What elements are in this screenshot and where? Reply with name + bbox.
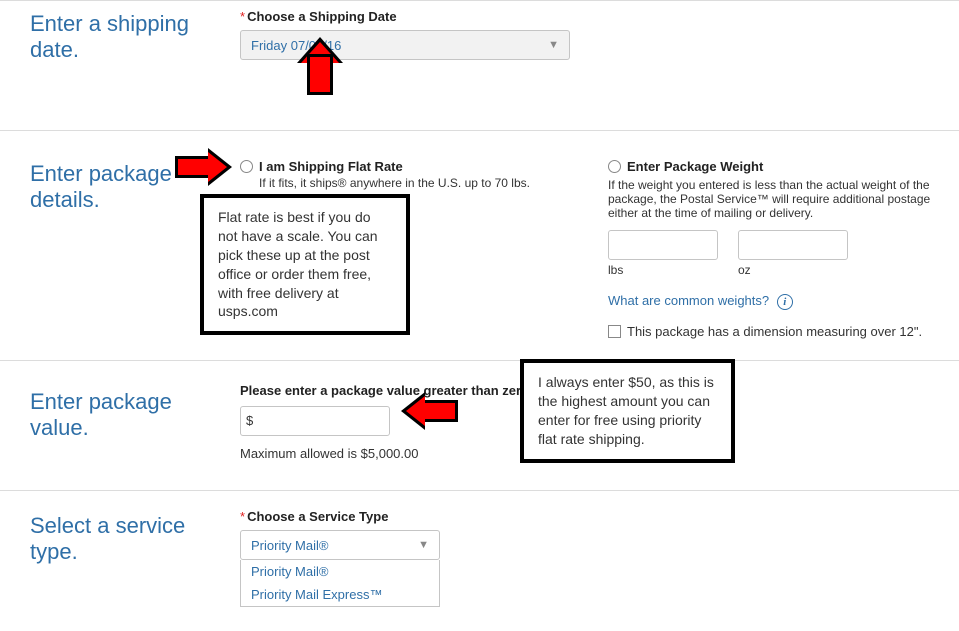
service-type-options: Priority Mail® Priority Mail Express™: [240, 560, 440, 607]
currency-symbol: $: [246, 413, 253, 428]
annotation-value-note: I always enter $50, as this is the highe…: [520, 359, 735, 463]
package-value-input[interactable]: [240, 406, 390, 436]
service-type-label: *Choose a Service Type: [240, 509, 929, 524]
annotation-flat-rate-note: Flat rate is best if you do not have a s…: [200, 194, 410, 335]
chevron-down-icon: ▼: [418, 539, 429, 551]
service-type-value: Priority Mail®: [251, 538, 328, 553]
section-shipping-date: Enter a shipping date. *Choose a Shippin…: [0, 0, 959, 130]
flat-rate-radio[interactable]: [240, 160, 253, 173]
weight-oz-input[interactable]: [738, 230, 848, 260]
flat-rate-subtext: If it fits, it ships® anywhere in the U.…: [259, 176, 530, 190]
weight-lbs-input[interactable]: [608, 230, 718, 260]
weight-group: Enter Package Weight If the weight you e…: [608, 159, 948, 339]
section-title-shipping-date: Enter a shipping date.: [30, 11, 220, 64]
chevron-down-icon: ▼: [548, 39, 559, 51]
section-package-details: Enter package details. I am Shipping Fla…: [0, 130, 959, 360]
annotation-arrow-left: [400, 393, 455, 429]
flat-rate-label: I am Shipping Flat Rate: [259, 159, 530, 174]
annotation-arrow-right: [178, 149, 233, 185]
over-12-label: This package has a dimension measuring o…: [627, 324, 922, 339]
weight-subtext: If the weight you entered is less than t…: [608, 178, 948, 220]
info-icon[interactable]: i: [777, 294, 793, 310]
over-12-checkbox[interactable]: [608, 325, 621, 338]
common-weights-link[interactable]: What are common weights?: [608, 293, 769, 308]
section-title-service-type: Select a service type.: [30, 513, 220, 566]
flat-rate-group: I am Shipping Flat Rate If it fits, it s…: [240, 159, 540, 190]
section-package-value: Enter package value. Please enter a pack…: [0, 360, 959, 490]
section-title-package-value: Enter package value.: [30, 389, 220, 442]
shipping-date-label: *Choose a Shipping Date: [240, 9, 929, 24]
section-service-type: Select a service type. *Choose a Service…: [0, 490, 959, 631]
weight-label: Enter Package Weight: [627, 159, 763, 174]
lbs-unit-label: lbs: [608, 263, 718, 277]
service-option-priority-mail[interactable]: Priority Mail®: [241, 560, 439, 583]
weight-radio[interactable]: [608, 160, 621, 173]
oz-unit-label: oz: [738, 263, 848, 277]
annotation-arrow-up: [300, 39, 340, 94]
service-type-dropdown[interactable]: Priority Mail® ▼: [240, 530, 440, 560]
service-option-priority-mail-express[interactable]: Priority Mail Express™: [241, 583, 439, 606]
shipping-date-dropdown[interactable]: Friday 07/08/16 ▼: [240, 30, 570, 60]
